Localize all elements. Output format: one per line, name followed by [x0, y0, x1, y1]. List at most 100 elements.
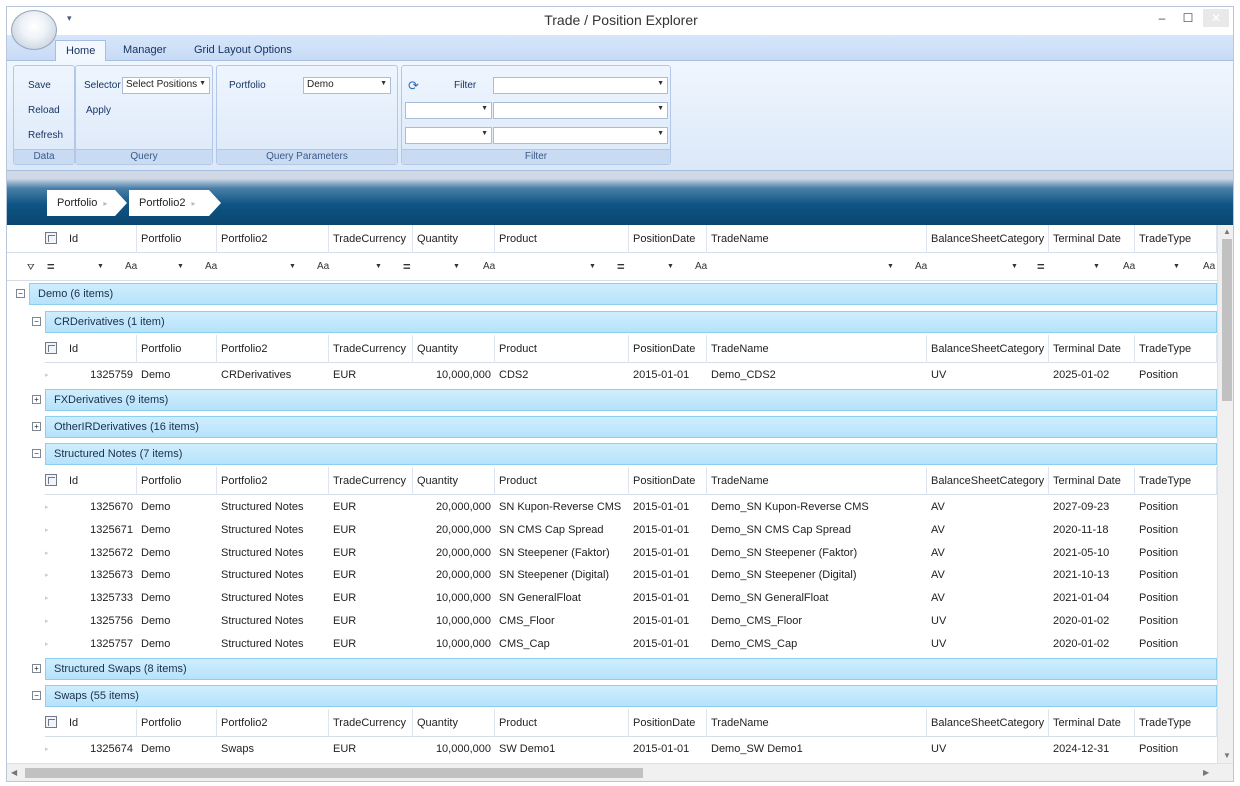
column-header-portfolio[interactable]: Portfolio [137, 467, 217, 495]
column-header-portfolio2[interactable]: Portfolio2 [217, 709, 329, 737]
chevron-down-icon[interactable]: ▼ [1011, 253, 1018, 281]
column-header-product[interactable]: Product [495, 335, 629, 363]
minimize-button[interactable]: – [1149, 9, 1175, 27]
filter-operator-button[interactable]: Aa [915, 253, 927, 281]
column-header-tradecurrency[interactable]: TradeCurrency [329, 709, 413, 737]
group-row[interactable]: CRDerivatives (1 item) [45, 311, 1217, 333]
column-header-portfolio[interactable]: Portfolio [137, 335, 217, 363]
column-header-product[interactable]: Product [495, 467, 629, 495]
column-header-quantity[interactable]: Quantity [413, 709, 495, 737]
expand-icon[interactable]: + [32, 664, 41, 673]
filter-field-combo-2[interactable]: ▼ [405, 102, 492, 119]
column-header-positiondate[interactable]: PositionDate [629, 709, 707, 737]
table-row[interactable]: ▸ 1325759 Demo CRDerivatives EUR 10,000,000 CD… [7, 364, 1217, 387]
column-header-balancesheetcategory[interactable]: BalanceSheetCategory [927, 709, 1049, 737]
breadcrumb-item-portfolio[interactable]: Portfolio ▸ [47, 190, 127, 216]
chevron-down-icon[interactable]: ▼ [289, 253, 296, 281]
group-row[interactable]: FXDerivatives (9 items) [45, 389, 1217, 411]
filter-operator-button[interactable]: = [47, 253, 55, 281]
column-header-balancesheetcategory[interactable]: BalanceSheetCategory [927, 467, 1049, 495]
table-row[interactable]: ▸ 1325674 Demo Swaps EUR 10,000,000 SW Demo1 20… [7, 738, 1217, 761]
refresh-button[interactable]: Refresh [28, 130, 63, 141]
horizontal-scrollbar[interactable]: ◀ ▶ [7, 763, 1233, 781]
expand-icon[interactable]: + [32, 422, 41, 431]
refresh-icon[interactable]: ⟳ [408, 78, 419, 94]
table-row[interactable]: ▸ 1325672 Demo Structured Notes EUR 20,000,00… [7, 542, 1217, 565]
filter-operator-button[interactable]: Aa [1203, 253, 1215, 281]
application-menu-button[interactable] [11, 10, 57, 50]
close-button[interactable]: ✕ [1203, 9, 1229, 27]
column-header-tradename[interactable]: TradeName [707, 467, 927, 495]
chevron-down-icon[interactable]: ▼ [1093, 253, 1100, 281]
filter-operator-button[interactable]: = [617, 253, 625, 281]
collapse-icon[interactable]: − [32, 449, 41, 458]
vertical-scroll-thumb[interactable] [1222, 239, 1232, 401]
filter-operator-button[interactable]: Aa [317, 253, 329, 281]
group-row[interactable]: Structured Swaps (8 items) [45, 658, 1217, 680]
column-chooser-icon[interactable] [45, 342, 57, 354]
column-header-balancesheetcategory[interactable]: BalanceSheetCategory [927, 335, 1049, 363]
column-header-product[interactable]: Product [495, 225, 629, 253]
column-header-tradetype[interactable]: TradeType [1135, 467, 1217, 495]
column-header-portfolio2[interactable]: Portfolio2 [217, 335, 329, 363]
group-row[interactable]: OtherIRDerivatives (16 items) [45, 416, 1217, 438]
chevron-down-icon[interactable]: ▼ [375, 253, 382, 281]
tab-grid-layout-options[interactable]: Grid Layout Options [184, 40, 302, 61]
save-button[interactable]: Save [28, 80, 51, 91]
column-header-tradetype[interactable]: TradeType [1135, 225, 1217, 253]
scroll-up-icon[interactable]: ▲ [1223, 227, 1231, 236]
chevron-down-icon[interactable]: ▼ [887, 253, 894, 281]
column-header-id[interactable]: Id [65, 467, 137, 495]
column-header-quantity[interactable]: Quantity [413, 225, 495, 253]
scroll-down-icon[interactable]: ▼ [1223, 751, 1231, 760]
column-header-balancesheetcategory[interactable]: BalanceSheetCategory [927, 225, 1049, 253]
column-header-tradename[interactable]: TradeName [707, 335, 927, 363]
filter-value-combo-2[interactable]: ▼ [493, 102, 668, 119]
tab-home[interactable]: Home [55, 40, 107, 62]
filter-operator-button[interactable]: Aa [1123, 253, 1135, 281]
breadcrumb-item-portfolio2[interactable]: Portfolio2 ▸ [129, 190, 221, 216]
column-header-terminal-date[interactable]: Terminal Date [1049, 709, 1135, 737]
column-header-positiondate[interactable]: PositionDate [629, 225, 707, 253]
column-chooser-icon[interactable] [45, 474, 57, 486]
column-header-product[interactable]: Product [495, 709, 629, 737]
column-header-tradetype[interactable]: TradeType [1135, 709, 1217, 737]
column-header-id[interactable]: Id [65, 225, 137, 253]
column-chooser-icon[interactable] [45, 232, 57, 244]
group-row[interactable]: Demo (6 items) [29, 283, 1217, 305]
filter-operator-button[interactable]: = [1037, 253, 1045, 281]
collapse-icon[interactable]: − [16, 289, 25, 298]
column-header-tradename[interactable]: TradeName [707, 709, 927, 737]
expand-icon[interactable]: + [32, 395, 41, 404]
scroll-right-icon[interactable]: ▶ [1203, 768, 1209, 777]
table-row[interactable]: ▸ 1325673 Demo Structured Notes EUR 20,000,00… [7, 564, 1217, 587]
filter-field-combo-3[interactable]: ▼ [405, 127, 492, 144]
vertical-scrollbar[interactable]: ▲ ▼ [1217, 225, 1233, 763]
tab-manager[interactable]: Manager [113, 40, 176, 61]
column-header-portfolio2[interactable]: Portfolio2 [217, 225, 329, 253]
column-header-tradecurrency[interactable]: TradeCurrency [329, 225, 413, 253]
chevron-down-icon[interactable]: ▼ [453, 253, 460, 281]
column-header-tradecurrency[interactable]: TradeCurrency [329, 335, 413, 363]
column-header-positiondate[interactable]: PositionDate [629, 335, 707, 363]
filter-funnel-icon[interactable]: ⛛ [27, 253, 35, 281]
table-row[interactable]: ▸ 1325670 Demo Structured Notes EUR 20,000,00… [7, 496, 1217, 519]
filter-operator-button[interactable]: = [403, 253, 411, 281]
column-header-positiondate[interactable]: PositionDate [629, 467, 707, 495]
table-row[interactable]: ▸ 1325757 Demo Structured Notes EUR 10,000,00… [7, 633, 1217, 656]
group-row[interactable]: Swaps (55 items) [45, 685, 1217, 707]
table-row[interactable]: ▸ 1325756 Demo Structured Notes EUR 10,000,00… [7, 610, 1217, 633]
column-header-quantity[interactable]: Quantity [413, 335, 495, 363]
column-header-tradename[interactable]: TradeName [707, 225, 927, 253]
filter-operator-button[interactable]: Aa [125, 253, 137, 281]
chevron-down-icon[interactable]: ▼ [589, 253, 596, 281]
column-header-portfolio[interactable]: Portfolio [137, 709, 217, 737]
chevron-down-icon[interactable]: ▼ [97, 253, 104, 281]
chevron-down-icon[interactable]: ▼ [1173, 253, 1180, 281]
filter-value-combo-1[interactable]: ▼ [493, 77, 668, 94]
column-header-tradecurrency[interactable]: TradeCurrency [329, 467, 413, 495]
column-header-terminal-date[interactable]: Terminal Date [1049, 467, 1135, 495]
filter-value-combo-3[interactable]: ▼ [493, 127, 668, 144]
chevron-down-icon[interactable]: ▼ [177, 253, 184, 281]
column-header-terminal-date[interactable]: Terminal Date [1049, 335, 1135, 363]
